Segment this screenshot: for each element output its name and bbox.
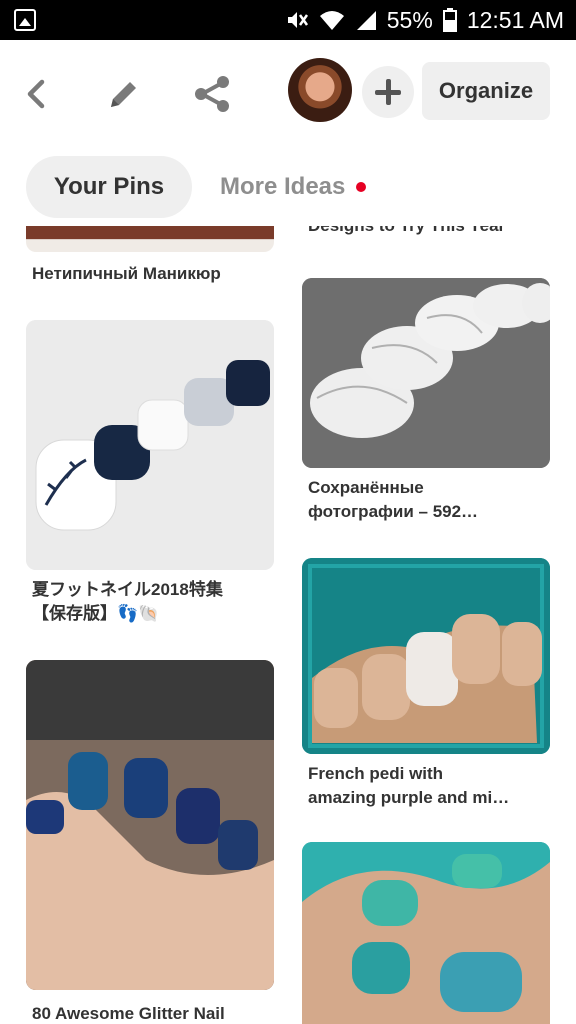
toe-nail-art-image	[26, 320, 274, 570]
notification-dot	[356, 182, 366, 192]
pencil-icon	[111, 82, 136, 107]
turquoise-nails-image	[302, 842, 550, 1024]
back-arrow-icon	[27, 79, 45, 109]
back-button[interactable]	[16, 74, 56, 114]
pin-caption-line1: 夏フットネイル2018特集	[32, 580, 223, 599]
pedicure-image	[302, 558, 550, 754]
pin-image[interactable]	[302, 278, 550, 468]
clock: 12:51 AM	[466, 6, 564, 33]
wifi-icon	[319, 11, 344, 30]
pin-caption: 80 Awesome Glitter Nail	[32, 1004, 225, 1023]
mute-icon	[287, 12, 308, 28]
battery-percent: 55%	[386, 6, 433, 33]
organize-button[interactable]: Organize	[422, 62, 550, 120]
board-tabs: Your Pins More Ideas	[0, 150, 576, 226]
pins-column-right: Designs to Try This Year Сохранённые фот…	[302, 226, 550, 1024]
pin-caption-line2: 【保存版】👣🐚	[32, 604, 160, 623]
share-button[interactable]	[192, 74, 232, 114]
pearl-nails-image	[302, 278, 550, 468]
pin-caption-line1: French pedi with	[308, 764, 444, 783]
signal-icon	[356, 11, 376, 30]
pin-caption: Нетипичный Маникюр	[32, 264, 221, 283]
pin-caption-line2: amazing purple and mi…	[308, 788, 510, 807]
pin-image[interactable]	[26, 226, 274, 252]
share-icon	[195, 76, 229, 112]
battery-icon	[442, 8, 457, 32]
pin-caption-line1: Сохранённые	[308, 478, 424, 497]
tab-more-ideas[interactable]: More Ideas	[220, 156, 345, 218]
profile-avatar[interactable]	[288, 58, 352, 122]
gallery-notification-icon	[14, 9, 36, 31]
glitter-nails-image	[26, 660, 274, 990]
tab-your-pins[interactable]: Your Pins	[26, 156, 192, 218]
pins-column-left: Нетипичный Маникюр 夏フットネイル2018特集 【保存版】👣🐚	[26, 226, 274, 1024]
pin-image[interactable]	[302, 842, 550, 1024]
status-bar: 55% 12:51 AM	[0, 0, 576, 40]
add-button[interactable]	[362, 66, 414, 118]
pin-caption: Designs to Try This Year	[308, 226, 544, 237]
pin-caption-line2: фотографии – 592…	[308, 502, 479, 521]
pin-image[interactable]	[26, 660, 274, 990]
pin-image[interactable]	[302, 558, 550, 754]
pin-image[interactable]	[26, 320, 274, 570]
edit-button[interactable]	[104, 74, 144, 114]
